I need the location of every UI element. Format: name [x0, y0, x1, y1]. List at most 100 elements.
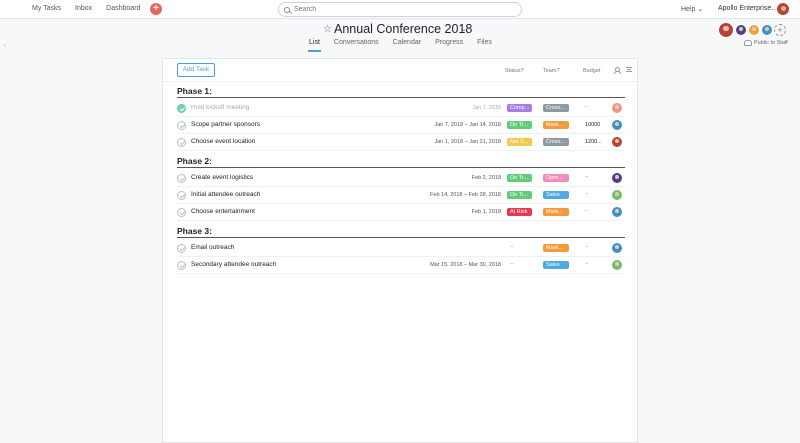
task-name[interactable]: Secondary attendee outreach [191, 261, 276, 268]
table-row[interactable]: Secondary attendee outreach Mar 15, 2018 … [177, 257, 625, 274]
budget-column-header[interactable]: Budget [583, 68, 600, 74]
budget-empty[interactable]: – [585, 104, 588, 110]
quick-add-plus-icon[interactable]: + [150, 3, 162, 15]
star-icon[interactable]: ☆ [323, 24, 332, 35]
filter-icon[interactable] [626, 67, 632, 72]
assignee-avatar[interactable] [612, 173, 622, 183]
budget-empty[interactable]: – [585, 208, 588, 214]
add-task-button[interactable]: Add Task [177, 63, 215, 77]
team-badge[interactable]: Cross... [543, 104, 569, 112]
budget-value[interactable]: 10000 [585, 122, 600, 128]
due-date[interactable]: Jan 1, 2018 – Jan 21, 2018 [434, 139, 501, 145]
nav-inbox[interactable]: Inbox [75, 5, 92, 12]
task-name[interactable]: Initial attendee outreach [191, 191, 260, 198]
due-date[interactable]: Jan 7, 2018 – Jan 14, 2018 [434, 122, 501, 128]
search-icon [284, 6, 290, 13]
table-row[interactable]: Scope partner sponsors Jan 7, 2018 – Jan … [177, 117, 625, 134]
tab-files[interactable]: Files [477, 39, 492, 50]
section-header[interactable]: Phase 2: [177, 156, 625, 168]
team-badge[interactable]: Oper... [543, 174, 569, 182]
table-row[interactable]: Choose entertainment Feb 1, 2018 At Risk Ma… [177, 204, 625, 221]
assignee-avatar[interactable] [612, 190, 622, 200]
task-name[interactable]: Choose event location [191, 138, 255, 145]
checkmark-icon[interactable] [177, 174, 186, 183]
due-date[interactable]: Feb 2, 2018 [472, 175, 501, 181]
budget-empty[interactable]: – [585, 244, 588, 250]
team-column-header[interactable]: Team? [543, 68, 560, 74]
add-member-icon[interactable]: + [774, 24, 786, 36]
help-menu[interactable]: Help ⌄ [681, 5, 703, 13]
assignee-avatar[interactable] [612, 207, 622, 217]
user-avatar[interactable] [776, 2, 790, 16]
team-badge[interactable]: Cross... [543, 138, 569, 146]
status-badge[interactable]: On Tr... [507, 191, 532, 199]
team-badge[interactable]: Mark... [543, 244, 569, 252]
budget-empty[interactable]: – [585, 174, 588, 180]
top-nav: My Tasks Inbox Dashboard [32, 5, 140, 12]
table-row[interactable]: Hold kickoff meeting Jan 7, 2018 Comp... Cr… [177, 100, 625, 117]
checkmark-icon[interactable] [177, 261, 186, 270]
checkmark-icon[interactable] [177, 208, 186, 217]
budget-empty[interactable]: – [585, 261, 588, 267]
task-name[interactable]: Scope partner sponsors [191, 121, 260, 128]
tab-list[interactable]: List [308, 39, 321, 52]
assignee-avatar[interactable] [612, 243, 622, 253]
task-name[interactable]: Choose entertainment [191, 208, 255, 215]
checkmark-icon[interactable] [177, 191, 186, 200]
table-row[interactable]: Choose event location Jan 1, 2018 – Jan 2… [177, 134, 625, 151]
status-badge[interactable]: On Tr... [507, 121, 532, 129]
privacy-setting[interactable]: Public to Staff [744, 40, 788, 46]
budget-empty[interactable]: – [585, 191, 588, 197]
section-header[interactable]: Phase 1: [177, 86, 625, 98]
due-date[interactable]: Jan 7, 2018 [472, 105, 501, 111]
checkmark-icon[interactable] [177, 244, 186, 253]
member-avatar[interactable] [735, 24, 747, 36]
team-badge[interactable]: Mark... [543, 208, 569, 216]
status-empty[interactable]: – [510, 244, 513, 250]
org-switcher[interactable]: Apollo Enterprise... [718, 5, 777, 12]
assignee-avatar[interactable] [612, 103, 622, 113]
project-title[interactable]: Annual Conference 2018 [334, 22, 472, 36]
task-name[interactable]: Email outreach [191, 244, 234, 251]
project-tabs: List Conversations Calendar Progress Fil… [308, 39, 506, 52]
chevron-down-icon[interactable]: ⌄ [461, 25, 467, 33]
status-badge[interactable]: At Risk [507, 208, 532, 216]
status-empty[interactable]: – [510, 261, 513, 267]
tab-calendar[interactable]: Calendar [393, 39, 421, 50]
due-date[interactable]: Mar 15, 2018 – Mar 30, 2018 [430, 262, 501, 268]
nav-my-tasks[interactable]: My Tasks [32, 5, 61, 12]
checkmark-icon[interactable] [177, 121, 186, 130]
task-name[interactable]: Create event logistics [191, 174, 253, 181]
table-row[interactable]: Email outreach – Mark... – [177, 240, 625, 257]
due-date[interactable]: Feb 14, 2018 – Feb 28, 2018 [430, 192, 501, 198]
status-column-header[interactable]: Status? [505, 68, 524, 74]
team-badge[interactable]: Mark... [543, 121, 569, 129]
assignee-icon[interactable] [614, 67, 621, 74]
budget-value[interactable]: 1200... [585, 139, 602, 145]
member-avatar[interactable] [748, 24, 760, 36]
team-badge[interactable]: Sales [543, 261, 569, 269]
tab-progress[interactable]: Progress [435, 39, 463, 50]
search-input[interactable] [294, 6, 494, 13]
assignee-avatar[interactable] [612, 137, 622, 147]
checkmark-icon[interactable] [177, 104, 186, 113]
people-icon [744, 40, 752, 46]
status-badge[interactable]: On Tr... [507, 174, 532, 182]
assignee-avatar[interactable] [612, 260, 622, 270]
member-avatar[interactable] [718, 22, 734, 38]
section-header[interactable]: Phase 3: [177, 226, 625, 238]
checkmark-icon[interactable] [177, 138, 186, 147]
member-avatar[interactable] [761, 24, 773, 36]
table-row[interactable]: Initial attendee outreach Feb 14, 2018 – … [177, 187, 625, 204]
sidebar-toggle-icon[interactable]: ‹ [4, 43, 6, 49]
assignee-avatar[interactable] [612, 120, 622, 130]
nav-dashboard[interactable]: Dashboard [106, 5, 140, 12]
status-badge[interactable]: Comp... [507, 104, 532, 112]
team-badge[interactable]: Sales [543, 191, 569, 199]
table-row[interactable]: Create event logistics Feb 2, 2018 On Tr..… [177, 170, 625, 187]
due-date[interactable]: Feb 1, 2018 [472, 209, 501, 215]
status-badge[interactable]: Not S... [507, 138, 532, 146]
tab-conversations[interactable]: Conversations [334, 39, 379, 50]
search-bar[interactable] [278, 2, 522, 17]
task-name[interactable]: Hold kickoff meeting [191, 104, 249, 111]
